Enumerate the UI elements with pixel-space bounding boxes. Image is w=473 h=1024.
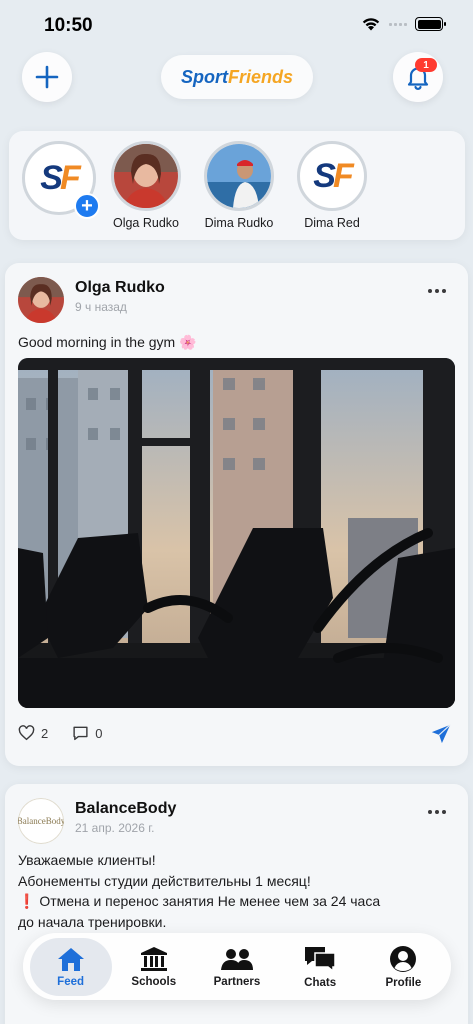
story-item[interactable]: SF Dima Red xyxy=(287,141,377,230)
tab-feed[interactable]: Feed xyxy=(29,937,112,996)
tab-label: Chats xyxy=(304,976,337,989)
user-photo-icon xyxy=(207,144,271,208)
send-icon[interactable] xyxy=(430,723,452,745)
tab-label: Partners xyxy=(213,975,261,988)
tab-bar: Feed Schools Partners Chats Profile xyxy=(23,933,451,1000)
feed-post: Olga Rudko 9 ч назад Good morning in the… xyxy=(5,263,468,766)
story-avatar: SF xyxy=(297,141,367,211)
stories-bar: SF + Olga Rudko Dima Rudko SF Dima Red xyxy=(9,131,465,240)
partners-icon xyxy=(220,948,253,970)
cellular-icon xyxy=(389,22,407,26)
chats-icon xyxy=(305,946,336,973)
tab-label: Schools xyxy=(131,975,177,988)
logo-friends-text: Friends xyxy=(227,66,293,87)
wifi-icon xyxy=(362,18,380,31)
post-time: 9 ч назад xyxy=(75,300,127,314)
create-post-button[interactable] xyxy=(22,52,72,102)
tab-profile[interactable]: Profile xyxy=(362,938,444,996)
post-text: Уважаемые клиенты! Абонементы студии дей… xyxy=(18,850,448,932)
post-avatar[interactable]: BalanceBody xyxy=(18,798,64,844)
story-avatar xyxy=(204,141,274,211)
app-logo: Sport Friends xyxy=(161,55,313,99)
post-author[interactable]: Olga Rudko xyxy=(75,279,165,297)
post-author[interactable]: BalanceBody xyxy=(75,800,176,818)
post-photo[interactable] xyxy=(18,358,455,708)
profile-icon xyxy=(390,945,417,972)
post-more-icon[interactable] xyxy=(428,289,446,293)
likes-count: 2 xyxy=(41,725,49,741)
story-avatar xyxy=(111,141,181,211)
notifications-button[interactable]: 1 xyxy=(393,52,443,102)
sf-logo-icon: SF xyxy=(40,159,80,197)
story-name: Dima Red xyxy=(304,216,360,230)
story-item[interactable]: Olga Rudko xyxy=(101,141,191,230)
plus-icon xyxy=(35,65,59,89)
status-icons xyxy=(361,17,446,31)
status-bar: 10:50 xyxy=(0,0,473,52)
story-item[interactable]: Dima Rudko xyxy=(194,141,284,230)
post-time: 21 апр. 2026 г. xyxy=(75,821,155,835)
battery-icon xyxy=(415,17,446,31)
heart-icon[interactable] xyxy=(18,725,35,741)
tab-label: Profile xyxy=(385,976,422,989)
home-icon xyxy=(57,947,84,971)
post-text: Good morning in the gym 🌸 xyxy=(18,334,197,350)
post-actions: 2 0 xyxy=(18,725,120,741)
notification-badge: 1 xyxy=(415,58,437,72)
comment-icon[interactable] xyxy=(72,725,89,741)
tab-partners[interactable]: Partners xyxy=(196,938,278,996)
school-icon xyxy=(140,946,167,971)
post-more-icon[interactable] xyxy=(428,810,446,814)
story-name: Olga Rudko xyxy=(112,216,179,230)
add-story-plus-icon[interactable]: + xyxy=(74,193,100,219)
story-add[interactable]: SF + xyxy=(14,141,104,219)
status-time: 10:50 xyxy=(44,15,93,36)
post-text-line: Уважаемые клиенты! xyxy=(18,852,156,868)
sf-logo-icon: SF xyxy=(313,157,353,195)
logo-sport-text: Sport xyxy=(180,66,228,87)
comments-count: 0 xyxy=(95,725,103,741)
post-text-line: до начала тренировки. xyxy=(18,913,167,930)
user-photo-icon xyxy=(114,144,178,208)
post-text-line: Абонементы студии действительны 1 месяц! xyxy=(18,872,311,889)
tab-chats[interactable]: Chats xyxy=(279,938,361,996)
story-name: Dima Rudko xyxy=(204,216,274,230)
balancebody-logo: BalanceBody xyxy=(18,798,64,844)
gym-photo-image xyxy=(18,358,455,708)
tab-schools[interactable]: Schools xyxy=(113,938,195,996)
post-text-line: ❗ Отмена и перенос занятия Не менее чем … xyxy=(18,893,381,909)
tab-label: Feed xyxy=(57,975,85,988)
user-photo-icon xyxy=(18,277,64,323)
post-avatar[interactable] xyxy=(18,277,64,323)
